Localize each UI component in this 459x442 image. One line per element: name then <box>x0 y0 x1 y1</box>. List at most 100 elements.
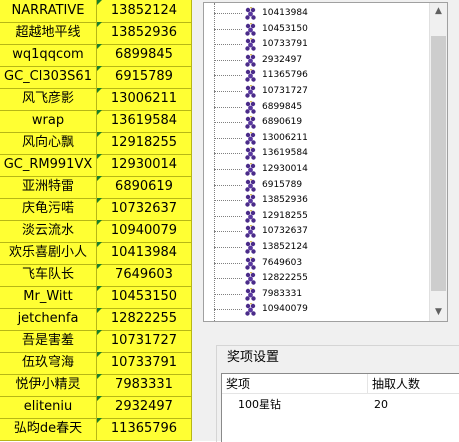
tree-item[interactable]: 6890619 <box>204 115 424 129</box>
id-cell[interactable]: 6890619 <box>97 176 192 199</box>
grape-icon <box>244 287 258 301</box>
tree-item[interactable]: 6915789 <box>204 178 424 192</box>
id-cell[interactable]: 13619584 <box>97 110 192 133</box>
nickname-cell[interactable]: 超越地平线 <box>0 22 97 45</box>
prize-count-cell[interactable]: 20 <box>374 396 388 414</box>
tree-item-label: 2932497 <box>262 54 303 65</box>
id-cell[interactable]: 13006211 <box>97 88 192 111</box>
sheet-row: 庆龟污喏 10732637 <box>0 198 192 221</box>
tree-connector <box>214 215 242 217</box>
grape-icon <box>244 22 258 36</box>
tree-item[interactable]: 13006211 <box>204 131 424 145</box>
grape-icon <box>244 131 258 145</box>
tree-item[interactable]: 10413984 <box>204 6 424 20</box>
tree-item[interactable]: 10940079 <box>204 302 424 317</box>
prize-name-cell[interactable]: 100星钻 <box>238 396 281 414</box>
id-cell[interactable]: 7649603 <box>97 264 192 287</box>
sheet-row: eliteniu 2932497 <box>0 396 192 419</box>
id-cell[interactable]: 11365796 <box>97 418 192 441</box>
tree-item[interactable]: 10731727 <box>204 84 424 98</box>
tree-item[interactable]: 2932497 <box>204 53 424 67</box>
tree-item-label: 10940079 <box>262 304 308 315</box>
nickname-cell[interactable]: 飞车队长 <box>0 264 97 287</box>
id-cell[interactable]: 6899845 <box>97 44 192 67</box>
grape-icon <box>244 271 258 285</box>
nickname-cell[interactable]: 亚洲特雷 <box>0 176 97 199</box>
tree-connector <box>214 293 242 295</box>
nickname-cell[interactable]: wrap <box>0 110 97 133</box>
scroll-down-button[interactable]: ▼ <box>430 304 447 321</box>
sheet-row: wq1qqcom 6899845 <box>0 44 192 67</box>
tree-item[interactable]: 12822255 <box>204 271 424 285</box>
nickname-cell[interactable]: GC_RM991VX <box>0 154 97 177</box>
scrollbar-thumb[interactable] <box>431 36 446 291</box>
nickname-cell[interactable]: 欢乐喜剧小人 <box>0 242 97 265</box>
spreadsheet-grid[interactable]: NARRATIVE 13852124 超越地平线 13852936 wq1qqcom 68… <box>0 0 192 441</box>
id-cell[interactable]: 7983331 <box>97 374 192 397</box>
nickname-cell[interactable]: NARRATIVE <box>0 0 97 23</box>
tree-item[interactable]: 12930014 <box>204 162 424 176</box>
prize-table[interactable]: 奖项 抽取人数 100星钻 20 <box>221 373 459 442</box>
id-cell[interactable]: 12930014 <box>97 154 192 177</box>
sheet-row: GC_Cl303S61 6915789 <box>0 66 192 89</box>
tree-connector <box>214 13 242 14</box>
nickname-cell[interactable]: Mr_Witt <box>0 286 97 309</box>
nickname-cell[interactable]: 伍玖穹海 <box>0 352 97 375</box>
column-header-count[interactable]: 抽取人数 <box>368 374 459 394</box>
id-cell[interactable]: 10732637 <box>97 198 192 221</box>
nickname-cell[interactable]: GC_Cl303S61 <box>0 66 97 89</box>
tree-item[interactable]: 10733791 <box>204 37 424 51</box>
tree-item[interactable]: 10453150 <box>204 22 424 36</box>
tree-item[interactable]: 13619584 <box>204 146 424 161</box>
vertical-scrollbar[interactable]: ▲ ▼ <box>429 3 447 321</box>
nickname-cell[interactable]: wq1qqcom <box>0 44 97 67</box>
nickname-cell[interactable]: jetchenfa <box>0 308 97 331</box>
id-cell[interactable]: 10413984 <box>97 242 192 265</box>
tree-item[interactable]: 12918255 <box>204 209 424 223</box>
tree-item-label: 6899845 <box>262 101 303 112</box>
tree-item-label: 10413984 <box>262 8 308 18</box>
grape-icon <box>244 240 258 254</box>
nickname-cell[interactable]: eliteniu <box>0 396 97 419</box>
nickname-cell[interactable]: 弘昀de春天 <box>0 418 97 441</box>
sheet-row: jetchenfa 12822255 <box>0 308 192 331</box>
grape-icon <box>244 209 258 223</box>
scroll-up-button[interactable]: ▲ <box>430 3 447 20</box>
tree-connector <box>214 262 242 264</box>
id-cell[interactable]: 13852936 <box>97 22 192 45</box>
nickname-cell[interactable]: 淡云流水 <box>0 220 97 243</box>
sheet-row: 吾是害羞 10731727 <box>0 330 192 353</box>
nickname-cell[interactable]: 吾是害羞 <box>0 330 97 353</box>
nickname-cell[interactable]: 悦伊小精灵 <box>0 374 97 397</box>
id-cell[interactable]: 10940079 <box>97 220 192 243</box>
tree-item[interactable]: 11365796 <box>204 68 424 83</box>
tree-connector <box>214 169 242 170</box>
id-cell[interactable]: 13852124 <box>97 0 192 23</box>
tree-item[interactable]: 7983331 <box>204 287 424 301</box>
tree-item[interactable]: 10732637 <box>204 224 424 239</box>
tree-item-label: 13852936 <box>262 195 308 206</box>
id-cell[interactable]: 10731727 <box>97 330 192 353</box>
id-cell[interactable]: 2932497 <box>97 396 192 419</box>
tree-connector <box>214 91 242 92</box>
id-tree-view[interactable]: 10413984 10453150 10733791 2932497 11365796 1… <box>203 2 448 322</box>
tree-item[interactable]: 13852936 <box>204 193 424 207</box>
id-cell[interactable]: 12918255 <box>97 132 192 155</box>
id-cell[interactable]: 12822255 <box>97 308 192 331</box>
tree-item-label: 7983331 <box>262 288 303 299</box>
tree-item[interactable]: 6899845 <box>204 100 424 114</box>
tree-item-label: 12822255 <box>262 273 308 284</box>
sheet-row: 风飞彦影 13006211 <box>0 88 192 111</box>
column-header-prize[interactable]: 奖项 <box>222 374 368 394</box>
tree-item[interactable]: 13852124 <box>204 240 424 254</box>
id-cell[interactable]: 10453150 <box>97 286 192 309</box>
id-cell[interactable]: 6915789 <box>97 66 192 89</box>
nickname-cell[interactable]: 庆龟污喏 <box>0 198 97 221</box>
sheet-row: wrap 13619584 <box>0 110 192 133</box>
tree-item[interactable]: 7649603 <box>204 256 424 270</box>
tree-connector <box>214 247 242 248</box>
sheet-row: 淡云流水 10940079 <box>0 220 192 243</box>
id-cell[interactable]: 10733791 <box>97 352 192 375</box>
nickname-cell[interactable]: 风向心飘 <box>0 132 97 155</box>
nickname-cell[interactable]: 风飞彦影 <box>0 88 97 111</box>
